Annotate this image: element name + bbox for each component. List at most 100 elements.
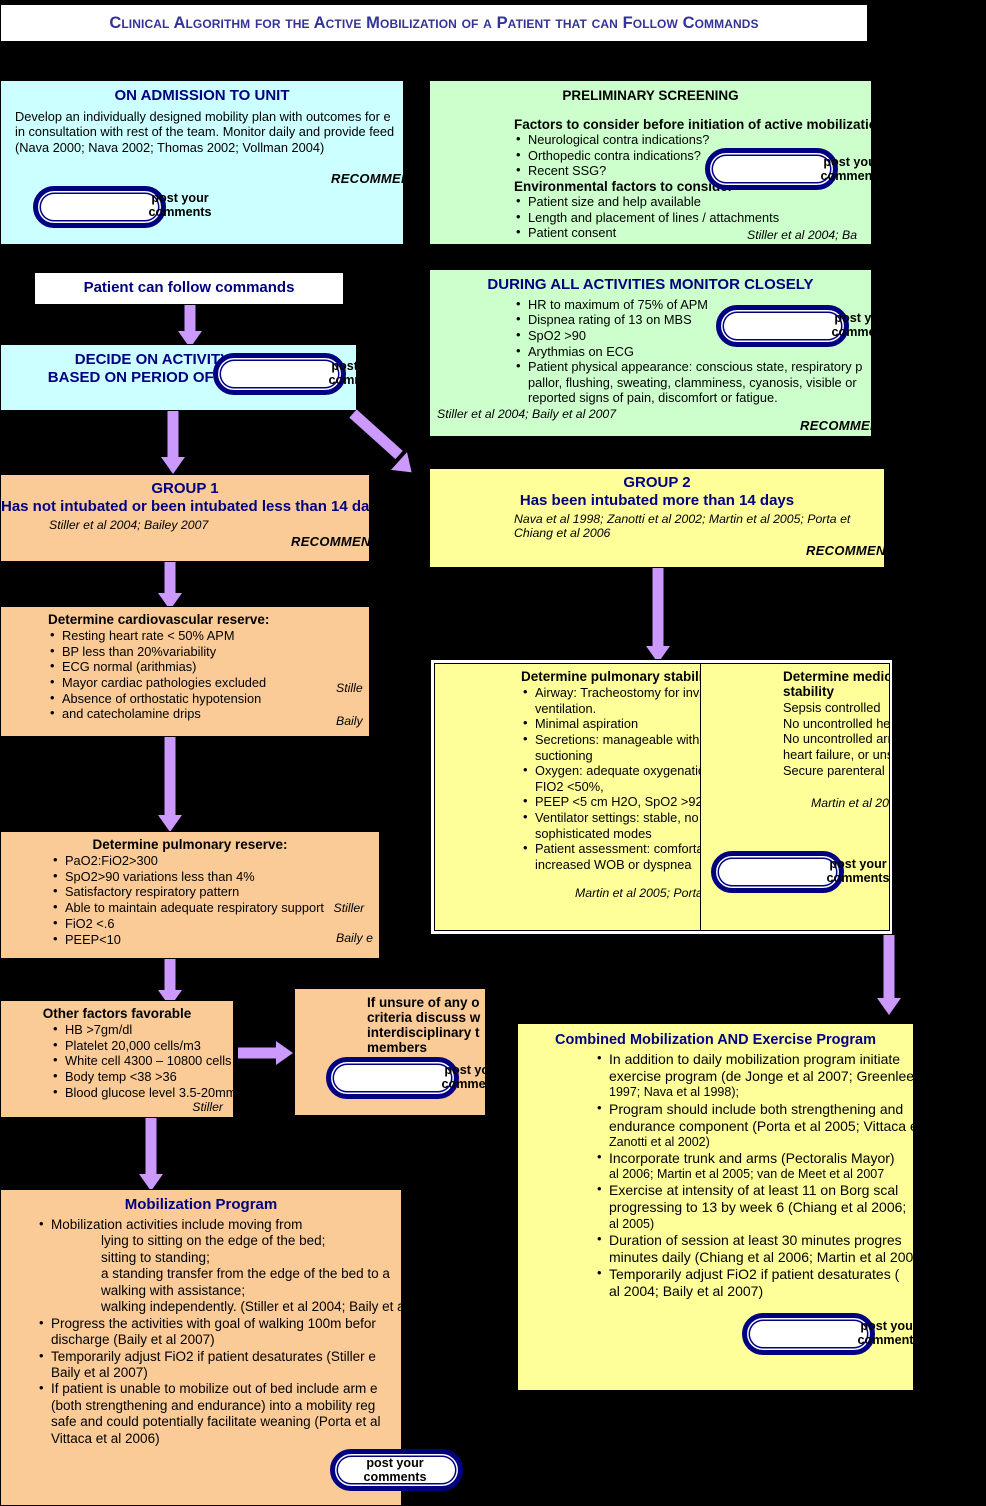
- list-item-cont: al 2005): [609, 1216, 655, 1231]
- other-factors-heading: Other factors favorable: [42, 1006, 192, 1021]
- pill-line1: post your: [366, 1456, 424, 1470]
- list-item-cont: walking independently. (Stiller et al 20…: [37, 1299, 401, 1315]
- list-item-cont: (both strengthening and endurance) into …: [51, 1397, 376, 1413]
- sub-line: walking independently. (Stiller et al 20…: [101, 1299, 402, 1315]
- list-item-cont: reported signs of pain, discomfort or fa…: [528, 390, 778, 406]
- box-other-factors: Other factors favorable HB >7gm/dl Plate…: [0, 1000, 234, 1118]
- medical-stability-item: No uncontrolled arrh: [783, 731, 890, 747]
- list-item: Patient physical appearance: conscious s…: [514, 358, 871, 375]
- list-item-cont: exercise program (de Jonge et al 2007; G…: [609, 1068, 914, 1085]
- list-item-cont: 1997; Nava et al 1998);: [609, 1085, 739, 1100]
- list-item: FiO2 <.6: [51, 915, 379, 932]
- list-item-cont: al 2006; Martin et al 2005; van de Meet …: [609, 1167, 885, 1182]
- medical-stability-item: Sepsis controlled: [783, 700, 881, 716]
- pill-line2: comments: [363, 1470, 427, 1485]
- on-admission-line3: (Nava 2000; Nava 2002; Thomas 2002; Voll…: [15, 140, 325, 156]
- pill-line1: post your: [834, 311, 892, 325]
- list-item: Neurological contra indications?: [514, 131, 871, 148]
- box-pulmonary-reserve: Determine pulmonary reserve: PaO2:FiO2>3…: [0, 831, 380, 959]
- pill-line1: post your: [860, 1319, 918, 1333]
- list-item-cont: increased WOB or dyspnea: [535, 856, 692, 872]
- arrow-group2-to-stability: [645, 568, 671, 663]
- list-item: Progress the activities with goal of wal…: [37, 1315, 401, 1332]
- group1-recommendation: RECOMMEN: [291, 534, 370, 549]
- page-title: Clinical Algorithm for the Active Mobili…: [109, 13, 759, 32]
- post-comments-label-prelim: post your comments: [812, 155, 892, 183]
- group2-recommendation: RECOMMEN: [806, 543, 885, 558]
- unsure-line4: members: [367, 1040, 428, 1056]
- cardiovascular-list: Resting heart rate < 50% APM BP less tha…: [48, 627, 369, 722]
- list-item: Duration of session at least 30 minutes …: [595, 1231, 913, 1249]
- mobilization-program-list: Mobilization activities include moving f…: [37, 1216, 401, 1448]
- algorithm-canvas: Clinical Algorithm for the Active Mobili…: [0, 0, 986, 1506]
- pulmonary-reserve-heading: Determine pulmonary reserve:: [92, 837, 288, 852]
- sub-line: a standing transfer from the edge of the…: [101, 1266, 390, 1282]
- unsure-line3: interdisciplinary t: [367, 1025, 480, 1041]
- pulmonary-stability-heading: Determine pulmonary stability: [521, 669, 704, 684]
- list-item: Temporarily adjust FiO2 if patient desat…: [595, 1265, 913, 1283]
- pill-line2: comments: [831, 325, 895, 340]
- group1-reference: Stiller et al 2004; Bailey 2007: [49, 517, 209, 532]
- group2-reference-line1: Nava et al 1998; Zanotti et al 2002; Mar…: [514, 511, 851, 526]
- list-item: Secretions: manageable with in: [521, 731, 703, 748]
- arrow-group1-to-cardiovascular: [157, 562, 183, 610]
- pill-line2: comments: [826, 871, 890, 886]
- list-item-cont: a standing transfer from the edge of the…: [37, 1266, 401, 1282]
- list-item: In addition to daily mobilization progra…: [595, 1050, 913, 1068]
- list-item: Minimal aspiration: [521, 715, 703, 732]
- list-item: Body temp <38 >36: [51, 1068, 233, 1085]
- medical-stability-heading-l2: stability: [783, 684, 835, 700]
- list-item-cont: discharge (Baily et al 2007): [51, 1332, 215, 1348]
- cardiovascular-heading: Determine cardiovascular reserve:: [48, 612, 270, 627]
- list-item: and catecholamine drips: [48, 705, 369, 722]
- monitor-closely-heading: DURING ALL ACTIVITIES MONITOR CLOSELY: [487, 276, 814, 293]
- pulmonary-stability-list: Airway: Tracheostomy for invasive ventil…: [521, 684, 703, 872]
- combined-program-list: In addition to daily mobilization progra…: [595, 1050, 914, 1300]
- sub-line: lying to sitting on the edge of the bed;: [101, 1233, 326, 1249]
- cardiovascular-ref1: Stille: [336, 681, 363, 695]
- list-item: ECG normal (arithmias): [48, 658, 369, 675]
- pill-line1: post your: [823, 155, 881, 169]
- list-item-cont: progressing to 13 by week 6 (Chiang et a…: [609, 1199, 907, 1216]
- medical-stability-item: Secure parenteral l n: [783, 762, 890, 778]
- list-item: If patient is unable to mobilize out of …: [37, 1380, 401, 1397]
- page-title-bar: Clinical Algorithm for the Active Mobili…: [0, 4, 868, 42]
- group2-subheading: Has been intubated more than 14 days: [519, 491, 795, 509]
- prelim-reference: Stiller et al 2004; Ba: [747, 228, 858, 242]
- on-admission-line2: in consultation with rest of the team. M…: [15, 124, 395, 140]
- group1-subheading: Has not intubated or been intubated less…: [1, 497, 370, 515]
- list-item-cont: FIO2 <50%,: [535, 778, 604, 794]
- post-comments-label-combined: post your comments: [849, 1319, 929, 1347]
- list-item-cont: Baily et al 2007): [51, 1365, 148, 1381]
- post-comments-label-decide: post your comments: [320, 359, 400, 387]
- list-item: HB >7gm/dl: [51, 1021, 233, 1038]
- list-item-cont: lying to sitting on the edge of the bed;: [37, 1233, 401, 1249]
- list-item: SpO2>90 variations less than 4%: [51, 868, 379, 885]
- list-item: Mayor cardiac pathologies excluded: [48, 674, 369, 691]
- list-item: Program should include both strengthenin…: [595, 1100, 913, 1118]
- list-item: PaO2:FiO2>300: [51, 852, 379, 869]
- list-item-cont: endurance component (Porta et al 2005; V…: [609, 1117, 914, 1134]
- post-comments-label-mobilization: post your comments: [355, 1456, 435, 1484]
- unsure-line2: criteria discuss w: [367, 1010, 481, 1026]
- arrow-otherfactors-to-mobilization: [138, 1118, 164, 1191]
- post-comments-label-admission: post your comments: [140, 191, 220, 219]
- pulmonary-reserve-list: PaO2:FiO2>300 SpO2>90 variations less th…: [51, 852, 379, 947]
- pill-line2: comments: [328, 373, 392, 388]
- other-factors-list: HB >7gm/dl Platelet 20,000 cells/m3 Whit…: [51, 1021, 233, 1100]
- medical-stability-item: heart failure, or unst: [783, 747, 890, 763]
- on-admission-recommendation: RECOMMEN: [331, 171, 404, 186]
- pill-line2: comments: [820, 169, 884, 184]
- box-monitor-closely: DURING ALL ACTIVITIES MONITOR CLOSELY HR…: [429, 269, 872, 437]
- post-comments-label-unsure: post your comments: [433, 1063, 513, 1091]
- list-item: Satisfactory respiratory pattern: [51, 883, 379, 900]
- sub-line: sitting to standing;: [101, 1249, 210, 1265]
- pill-line2: comments: [148, 205, 212, 220]
- preliminary-screening-heading: PRELIMINARY SCREENING: [562, 88, 739, 103]
- post-comments-label-monitor: post your comments: [823, 311, 903, 339]
- follow-commands-label: Patient can follow commands: [83, 279, 295, 297]
- cardiovascular-ref2: Baily: [336, 714, 363, 728]
- arrow-decide-to-group1: [160, 411, 186, 474]
- list-item: Absence of orthostatic hypotension: [48, 690, 369, 707]
- list-item: Resting heart rate < 50% APM: [48, 627, 369, 644]
